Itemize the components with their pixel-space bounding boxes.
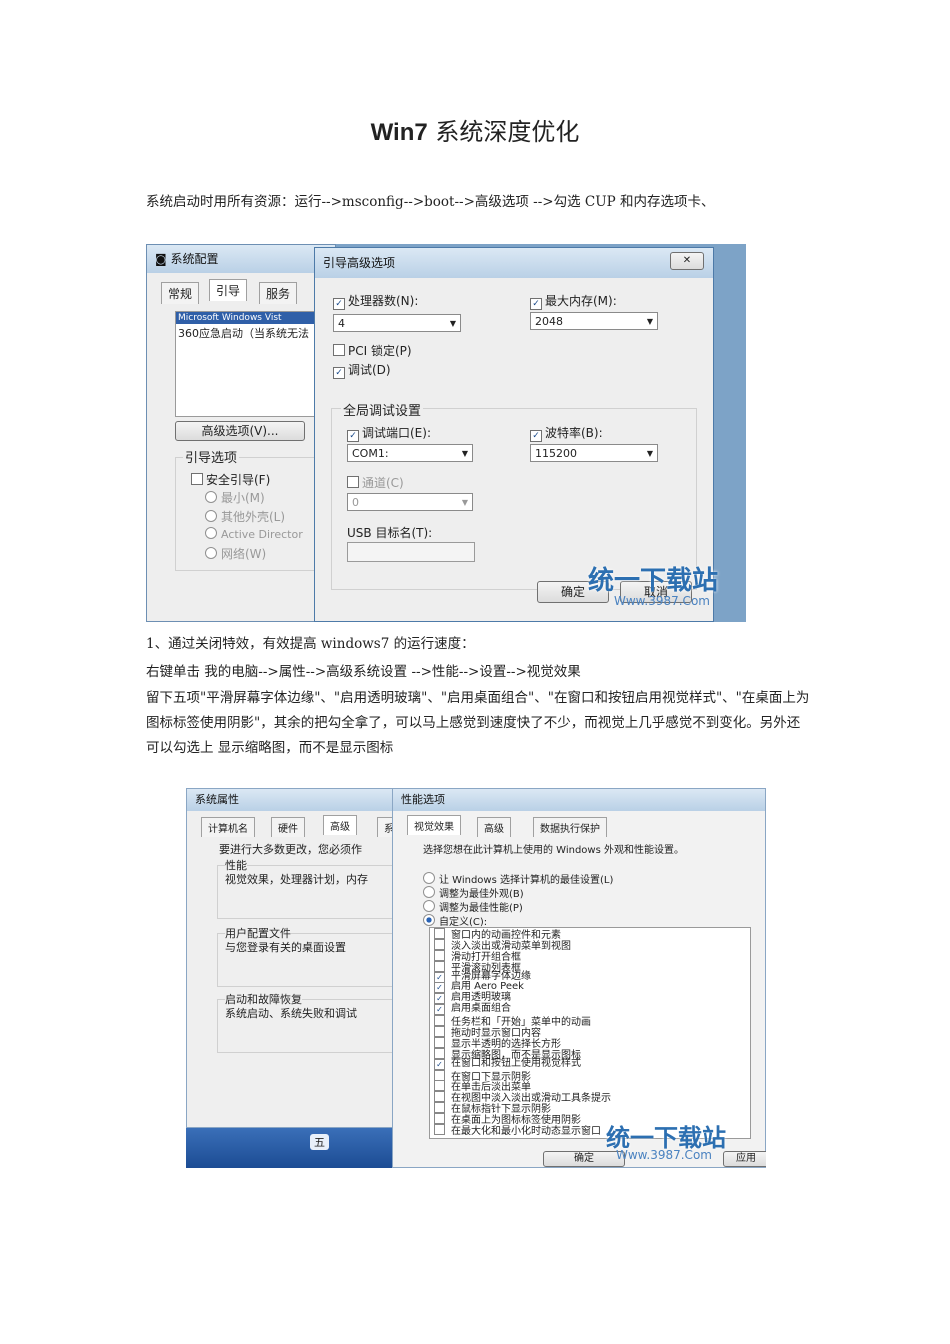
visual-effect-label: 启用 Aero Peek	[451, 981, 524, 993]
max-memory-input[interactable]: 2048	[530, 312, 658, 331]
tab-boot[interactable]: 引导	[209, 279, 248, 301]
tab-computer-name[interactable]: 计算机名	[201, 817, 255, 837]
watermark-url: Www.3987.Com	[616, 1148, 712, 1162]
radio-network[interactable]: 网络(W)	[205, 545, 266, 562]
document-title: Win7 系统深度优化	[370, 118, 580, 146]
system-config-caption: ◙ 系统配置	[147, 245, 335, 273]
boot-options-label: 引导选项	[183, 447, 240, 466]
radio-let-windows[interactable]: 让 Windows 选择计算机的最佳设置(L)	[423, 871, 613, 886]
tab-services[interactable]: 服务	[259, 282, 298, 304]
pci-lock-checkbox[interactable]: PCI 锁定(P)	[333, 342, 412, 359]
checkbox-icon[interactable]	[434, 1036, 445, 1048]
checkbox-icon[interactable]	[434, 1091, 445, 1103]
channel-input[interactable]: 0	[347, 493, 473, 512]
ime-indicator[interactable]: 五	[310, 1134, 329, 1150]
radio-best-appearance[interactable]: 调整为最佳外观(B)	[423, 885, 524, 900]
visual-effect-item[interactable]: 滑动打开组合框	[430, 949, 750, 963]
visual-effects-list: 窗口内的动画控件和元素 淡入淡出或滑动菜单到视图 滑动打开组合框 平滑滚动列表框 ✓ 平滑…	[429, 927, 751, 1139]
startup-desc: 系统启动、系统失败和调试	[225, 1007, 357, 1020]
visual-effect-item[interactable]: ✓ 在窗口和按钮上使用视觉样式	[430, 1057, 750, 1070]
paragraph-path: 右键单击 我的电脑-->属性-->高级系统设置 -->性能-->设置-->视觉效…	[146, 664, 581, 680]
tab-general[interactable]: 常规	[161, 282, 200, 304]
channel-checkbox[interactable]: 通道(C)	[347, 474, 404, 491]
performance-options-caption: 性能选项	[393, 789, 765, 811]
visual-effect-label: 平滑屏幕字体边缘	[451, 970, 531, 982]
checked-checkbox-icon[interactable]: ✓	[434, 982, 445, 994]
screenshot-boot-options: ◙ 系统配置 常规 引导 服务 Microsoft Windows Vist 3…	[146, 244, 746, 622]
taskbar: 五	[186, 1128, 402, 1168]
system-properties-window: 系统属性 计算机名 硬件 高级 系 要进行大多数更改，您必须作 性能 视觉效果，…	[186, 788, 409, 1128]
checked-checkbox-icon[interactable]: ✓	[434, 971, 445, 983]
tab-advanced[interactable]: 高级	[323, 815, 357, 835]
cpu-count-dropdown[interactable]: 4	[333, 314, 461, 333]
radio-active-directory[interactable]: Active Director	[205, 527, 303, 541]
profile-desc: 与您登录有关的桌面设置	[225, 941, 346, 954]
performance-desc: 视觉效果，处理器计划，内存	[225, 873, 368, 886]
checkbox-icon[interactable]	[434, 949, 445, 961]
checkbox-icon[interactable]	[434, 1124, 445, 1136]
visual-prompt: 选择您想在此计算机上使用的 Windows 外观和性能设置。	[423, 845, 684, 856]
radio-minimal[interactable]: 最小(M)	[205, 489, 265, 506]
visual-effect-item[interactable]: 显示半透明的选择长方形	[430, 1036, 750, 1050]
debug-checkbox[interactable]: ✓ 调试(D)	[333, 361, 391, 379]
baud-rate-dropdown[interactable]: 115200	[530, 444, 658, 463]
visual-effect-item[interactable]: 窗口内的动画控件和元素	[430, 928, 750, 941]
visual-effect-label: 启用桌面组合	[451, 1003, 511, 1015]
admin-note: 要进行大多数更改，您必须作	[219, 843, 362, 856]
checkbox-icon[interactable]	[434, 1026, 445, 1038]
dialog-caption: 引导高级选项	[315, 248, 713, 278]
ok-button[interactable]: 确定	[543, 1151, 625, 1167]
performance-options-window: 性能选项 视觉效果 高级 数据执行保护 选择您想在此计算机上使用的 Window…	[392, 788, 766, 1168]
global-debug-label: 全局调试设置	[341, 400, 424, 419]
watermark-url: Www.3987.Com	[614, 594, 710, 608]
paragraph-step1: 1、通过关闭特效，有效提高 windows7 的运行速度：	[146, 636, 475, 652]
watermark-logo: 统一下载站	[588, 566, 719, 596]
checkbox-icon[interactable]	[434, 938, 445, 950]
checked-checkbox-icon[interactable]: ✓	[434, 1004, 445, 1016]
checkbox-icon[interactable]	[434, 1069, 445, 1081]
checkbox-icon[interactable]	[434, 960, 445, 972]
system-properties-caption: 系统属性	[187, 789, 401, 811]
checked-checkbox-icon[interactable]: ✓	[434, 1058, 445, 1070]
close-button[interactable]: ✕	[670, 252, 704, 270]
checkbox-icon[interactable]	[434, 1015, 445, 1027]
safe-boot-checkbox[interactable]: 安全引导(F)	[191, 471, 270, 488]
checkbox-icon[interactable]	[434, 1113, 445, 1125]
visual-effect-item[interactable]: 淡入淡出或滑动菜单到视图	[430, 938, 750, 952]
screenshot-performance-options: 系统属性 计算机名 硬件 高级 系 要进行大多数更改，您必须作 性能 视觉效果，…	[186, 788, 766, 1168]
visual-effect-label: 在最大化和最小化时动态显示窗口	[451, 1126, 601, 1138]
tab-visual-effects[interactable]: 视觉效果	[407, 815, 461, 835]
cpu-checkbox[interactable]: ✓ 处理器数(N):	[333, 292, 418, 310]
checkbox-icon[interactable]	[434, 1080, 445, 1092]
paragraph-intro: 系统启动时用所有资源：运行-->msconfig-->boot-->高级选项 -…	[146, 194, 715, 210]
window-icon: ◙	[155, 252, 171, 266]
tab-hardware[interactable]: 硬件	[271, 817, 305, 837]
usb-target-input[interactable]	[347, 542, 475, 562]
paragraph-details: 留下五项"平滑屏幕字体边缘"、"启用透明玻璃"、"启用桌面组合"、"在窗口和按钮…	[146, 690, 810, 756]
radio-alternate-shell[interactable]: 其他外壳(L)	[205, 508, 285, 525]
debug-port-checkbox[interactable]: ✓ 调试端口(E):	[347, 424, 431, 442]
system-config-window: ◙ 系统配置 常规 引导 服务 Microsoft Windows Vist 3…	[146, 244, 347, 622]
radio-custom[interactable]: 自定义(C):	[423, 913, 487, 928]
visual-effect-item[interactable]: 任务栏和「开始」菜单中的动画	[430, 1015, 750, 1028]
tab-dep[interactable]: 数据执行保护	[533, 817, 607, 837]
max-memory-checkbox[interactable]: ✓ 最大内存(M):	[530, 292, 617, 310]
apply-button[interactable]: 应用	[723, 1151, 766, 1167]
baud-rate-checkbox[interactable]: ✓ 波特率(B):	[530, 424, 603, 442]
advanced-options-button[interactable]: 高级选项(V)...	[175, 421, 305, 441]
visual-effect-item[interactable]: 在窗口下显示阴影	[430, 1069, 750, 1083]
checked-checkbox-icon[interactable]: ✓	[434, 993, 445, 1005]
usb-target-label: USB 目标名(T):	[347, 526, 433, 540]
debug-port-dropdown[interactable]: COM1:	[347, 444, 473, 463]
visual-effect-item[interactable]: 在视图中淡入淡出或滑动工具条提示	[430, 1091, 750, 1104]
visual-effect-label: 启用透明玻璃	[451, 992, 511, 1004]
checkbox-icon[interactable]	[434, 1047, 445, 1059]
checkbox-icon[interactable]	[434, 928, 445, 939]
tab-advanced-perf[interactable]: 高级	[477, 817, 511, 837]
visual-effect-item[interactable]: ✓ 启用桌面组合	[430, 1003, 750, 1016]
visual-effect-item[interactable]: 在单击后淡出菜单	[430, 1080, 750, 1093]
radio-best-performance[interactable]: 调整为最佳性能(P)	[423, 899, 523, 914]
visual-effect-label: 在窗口和按钮上使用视觉样式	[451, 1057, 581, 1069]
checkbox-icon[interactable]	[434, 1102, 445, 1114]
